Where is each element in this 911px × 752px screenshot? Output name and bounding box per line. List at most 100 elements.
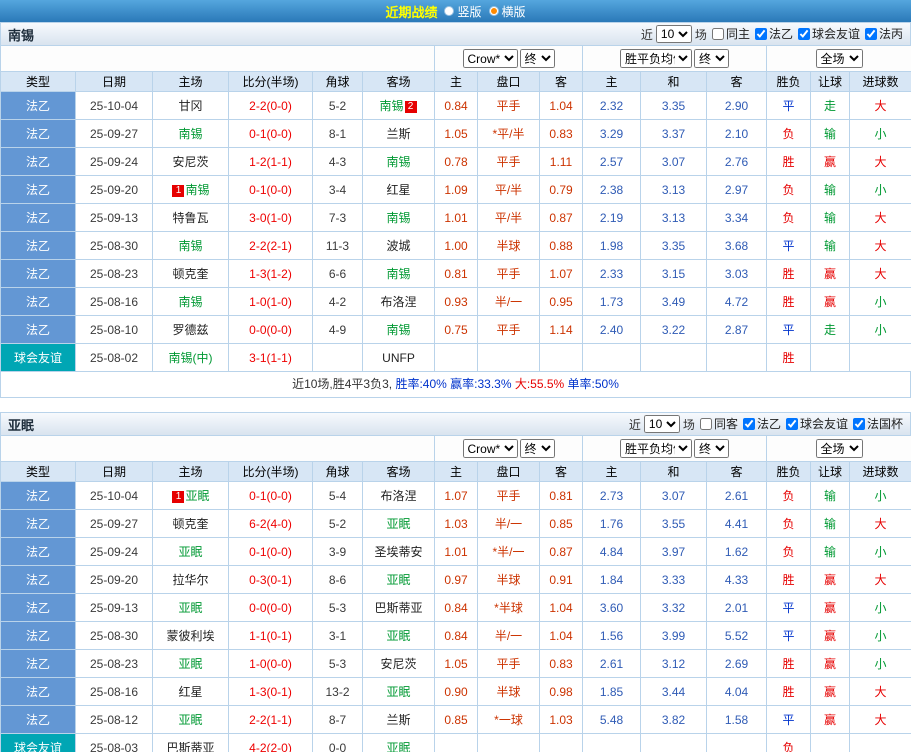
- league-type-badge[interactable]: 法乙: [0, 175, 76, 204]
- checkbox-input[interactable]: [742, 417, 755, 430]
- league-type-badge[interactable]: 法乙: [0, 231, 76, 260]
- team-link[interactable]: 罗德兹: [172, 323, 208, 337]
- team-link[interactable]: 南锡: [178, 127, 202, 141]
- bookmaker-select[interactable]: Crow*: [462, 439, 518, 458]
- asian-final-select[interactable]: 终: [519, 49, 555, 68]
- checkbox-input[interactable]: [754, 27, 767, 40]
- layout-option[interactable]: 竖版: [444, 3, 482, 20]
- league-type-badge[interactable]: 法乙: [0, 259, 76, 288]
- team-link[interactable]: 红星: [178, 685, 202, 699]
- league-type-badge[interactable]: 法乙: [0, 287, 76, 316]
- euro-final-select[interactable]: 终: [694, 49, 730, 68]
- filter-checkbox[interactable]: 法丙: [860, 25, 903, 42]
- score-cell[interactable]: 3-0(1-0): [228, 203, 313, 232]
- team-link[interactable]: 南锡: [386, 323, 410, 337]
- scope-select[interactable]: 全场: [815, 49, 863, 68]
- team-link[interactable]: 红星: [386, 183, 410, 197]
- league-type-badge[interactable]: 法乙: [0, 315, 76, 344]
- league-type-badge[interactable]: 法乙: [0, 677, 76, 706]
- score-cell[interactable]: 6-2(4-0): [228, 509, 313, 538]
- filter-checkbox[interactable]: 球会友谊: [781, 415, 848, 432]
- checkbox-input[interactable]: [852, 417, 865, 430]
- team-link[interactable]: 巴斯蒂亚: [166, 741, 214, 752]
- league-type-badge[interactable]: 法乙: [0, 147, 76, 176]
- league-type-badge[interactable]: 法乙: [0, 203, 76, 232]
- team-link[interactable]: 亚眠: [386, 629, 410, 643]
- asian-final-select[interactable]: 终: [519, 439, 555, 458]
- radio-icon[interactable]: [444, 6, 455, 16]
- team-link[interactable]: 南锡: [386, 155, 410, 169]
- filter-checkbox[interactable]: 球会友谊: [793, 25, 860, 42]
- league-type-badge[interactable]: 法乙: [0, 565, 76, 594]
- match-count-select[interactable]: 10: [655, 25, 692, 43]
- score-cell[interactable]: 1-0(1-0): [228, 287, 313, 316]
- team-link[interactable]: 安尼茨: [172, 155, 208, 169]
- league-type-badge[interactable]: 法乙: [0, 509, 76, 538]
- team-link[interactable]: 安尼茨: [380, 657, 416, 671]
- team-link[interactable]: 特鲁瓦: [172, 211, 208, 225]
- league-type-badge[interactable]: 法乙: [0, 705, 76, 734]
- score-cell[interactable]: 4-2(2-0): [228, 733, 313, 752]
- team-link[interactable]: 布洛涅: [380, 295, 416, 309]
- league-type-badge[interactable]: 球会友谊: [0, 733, 76, 752]
- score-cell[interactable]: 0-3(0-1): [228, 565, 313, 594]
- team-link[interactable]: 南锡: [178, 295, 202, 309]
- team-link[interactable]: 亚眠: [386, 517, 410, 531]
- team-link[interactable]: 亚眠: [178, 713, 202, 727]
- score-cell[interactable]: 1-3(0-1): [228, 677, 313, 706]
- team-link[interactable]: 布洛涅: [380, 489, 416, 503]
- league-type-badge[interactable]: 法乙: [0, 649, 76, 678]
- team-link[interactable]: 亚眠: [178, 601, 202, 615]
- filter-checkbox[interactable]: 同主: [707, 25, 750, 42]
- league-type-badge[interactable]: 法乙: [0, 593, 76, 622]
- team-link[interactable]: 亚眠: [386, 573, 410, 587]
- checkbox-input[interactable]: [797, 27, 810, 40]
- filter-checkbox[interactable]: 法乙: [738, 415, 781, 432]
- score-cell[interactable]: 1-0(0-0): [228, 649, 313, 678]
- team-link[interactable]: UNFP: [382, 351, 415, 365]
- league-type-badge[interactable]: 法乙: [0, 481, 76, 510]
- score-cell[interactable]: 0-1(0-0): [228, 119, 313, 148]
- team-link[interactable]: 巴斯蒂亚: [374, 601, 422, 615]
- filter-checkbox[interactable]: 法国杯: [848, 415, 903, 432]
- radio-icon[interactable]: [488, 6, 499, 16]
- layout-option[interactable]: 横版: [488, 3, 526, 20]
- score-cell[interactable]: 0-1(0-0): [228, 175, 313, 204]
- team-link[interactable]: 拉华尔: [172, 573, 208, 587]
- score-cell[interactable]: 0-0(0-0): [228, 593, 313, 622]
- team-link[interactable]: 亚眠: [178, 545, 202, 559]
- score-cell[interactable]: 1-1(0-1): [228, 621, 313, 650]
- match-count-select[interactable]: 10: [643, 415, 680, 433]
- filter-checkbox[interactable]: 同客: [695, 415, 738, 432]
- team-link[interactable]: 亚眠: [386, 741, 410, 752]
- checkbox-input[interactable]: [864, 27, 877, 40]
- league-type-badge[interactable]: 法乙: [0, 621, 76, 650]
- team-link[interactable]: 亚眠: [185, 489, 209, 503]
- team-link[interactable]: 兰斯: [386, 127, 410, 141]
- euro-average-select[interactable]: 胜平负均值: [620, 439, 693, 458]
- league-type-badge[interactable]: 法乙: [0, 119, 76, 148]
- score-cell[interactable]: 0-0(0-0): [228, 315, 313, 344]
- score-cell[interactable]: 1-3(1-2): [228, 259, 313, 288]
- score-cell[interactable]: 2-2(0-0): [228, 91, 313, 120]
- team-link[interactable]: 兰斯: [386, 713, 410, 727]
- team-link[interactable]: 甘冈: [178, 99, 202, 113]
- checkbox-input[interactable]: [785, 417, 798, 430]
- team-link[interactable]: 圣埃蒂安: [374, 545, 422, 559]
- team-link[interactable]: 南锡: [386, 211, 410, 225]
- team-link[interactable]: 南锡(中): [169, 351, 213, 365]
- score-cell[interactable]: 1-2(1-1): [228, 147, 313, 176]
- score-cell[interactable]: 0-1(0-0): [228, 481, 313, 510]
- euro-average-select[interactable]: 胜平负均值: [620, 49, 693, 68]
- score-cell[interactable]: 2-2(2-1): [228, 231, 313, 260]
- score-cell[interactable]: 0-1(0-0): [228, 537, 313, 566]
- team-link[interactable]: 亚眠: [386, 685, 410, 699]
- team-link[interactable]: 亚眠: [178, 657, 202, 671]
- league-type-badge[interactable]: 球会友谊: [0, 343, 76, 372]
- team-link[interactable]: 蒙彼利埃: [166, 629, 214, 643]
- team-link[interactable]: 波城: [386, 239, 410, 253]
- team-link[interactable]: 顿克奎: [172, 517, 208, 531]
- team-link[interactable]: 南锡: [178, 239, 202, 253]
- team-link[interactable]: 南锡: [379, 99, 403, 113]
- team-link[interactable]: 顿克奎: [172, 267, 208, 281]
